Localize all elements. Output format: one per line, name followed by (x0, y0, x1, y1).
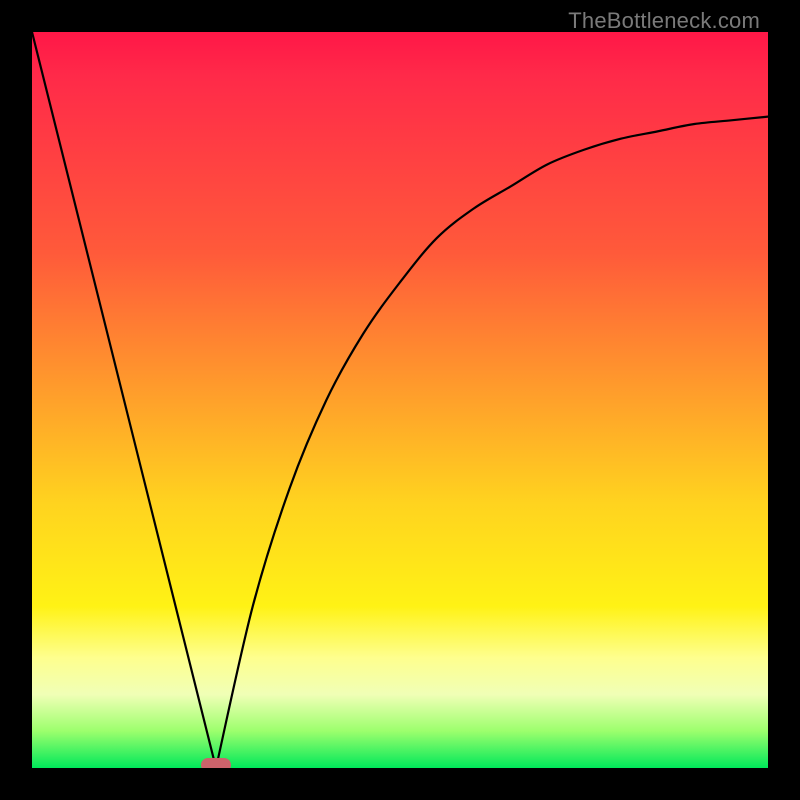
watermark-text: TheBottleneck.com (568, 8, 760, 34)
chart-frame: TheBottleneck.com (0, 0, 800, 800)
curve-svg (32, 32, 768, 768)
plot-area (32, 32, 768, 768)
bottleneck-curve-path (32, 32, 768, 768)
minimum-marker (201, 758, 231, 768)
